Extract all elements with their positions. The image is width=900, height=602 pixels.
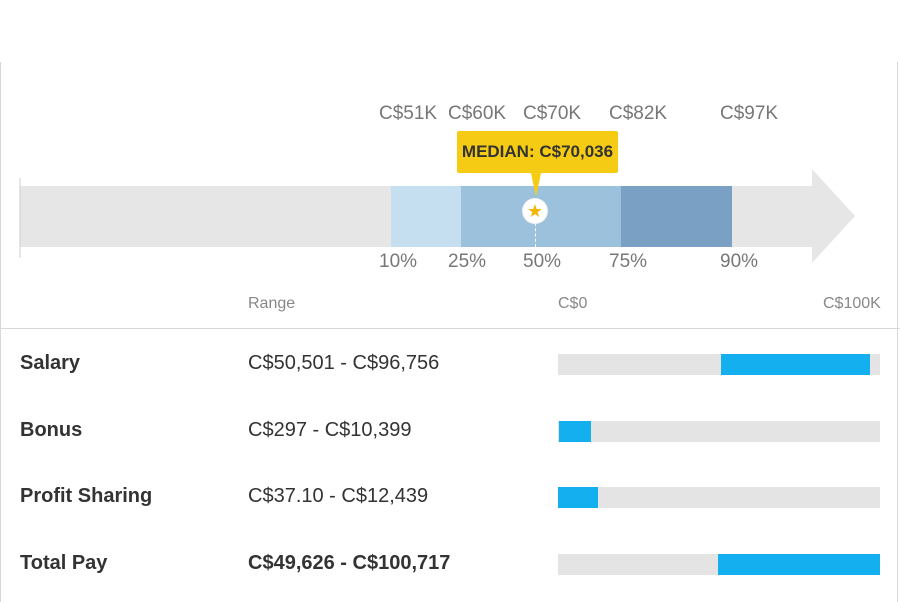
- range-fill: [558, 421, 592, 442]
- row-label: Salary: [20, 352, 81, 374]
- row-range-text: C$37.10 - C$12,439: [248, 485, 429, 507]
- axis-max-label: C$100K: [823, 295, 881, 312]
- axis-min-label: C$0: [558, 295, 588, 312]
- percentile-value-label: C$70K: [523, 103, 582, 124]
- median-dashed-line: [535, 223, 536, 247]
- range-track: [558, 421, 880, 442]
- row-label: Profit Sharing: [20, 485, 153, 507]
- range-fill: [558, 487, 599, 508]
- percentile-label: 10%: [379, 251, 418, 272]
- row-range-text: C$50,501 - C$96,756: [248, 352, 440, 374]
- percentile-value-label: C$51K: [379, 103, 438, 124]
- percentile-label: 90%: [720, 251, 759, 272]
- percentile-value-label: C$60K: [448, 103, 507, 124]
- percentile-value-label: C$97K: [720, 103, 779, 124]
- row-label: Bonus: [20, 419, 83, 441]
- percentile-label: 75%: [609, 251, 648, 272]
- row-label: Total Pay: [20, 552, 108, 574]
- range-fill: [717, 554, 880, 575]
- row-range-text: C$49,626 - C$100,717: [248, 552, 451, 574]
- median-marker: ★: [523, 199, 547, 223]
- range-track: [558, 554, 880, 575]
- median-label: MEDIAN: C$70,036: [461, 142, 614, 161]
- median-callout: MEDIAN: C$70,036: [457, 131, 618, 173]
- row-range-text: C$297 - C$10,399: [248, 419, 412, 441]
- range-track: [558, 354, 880, 375]
- band-10-25: [391, 186, 461, 247]
- median-callout-pointer: [531, 173, 541, 197]
- percentile-label: 25%: [448, 251, 487, 272]
- percentile-label: 50%: [523, 251, 562, 272]
- star-icon: ★: [526, 201, 544, 221]
- band-75-90: [621, 186, 732, 247]
- range-column-header: Range: [248, 295, 296, 312]
- range-track: [558, 487, 880, 508]
- range-fill: [720, 354, 870, 375]
- header-divider: [0, 328, 900, 329]
- percentile-value-label: C$82K: [609, 103, 668, 124]
